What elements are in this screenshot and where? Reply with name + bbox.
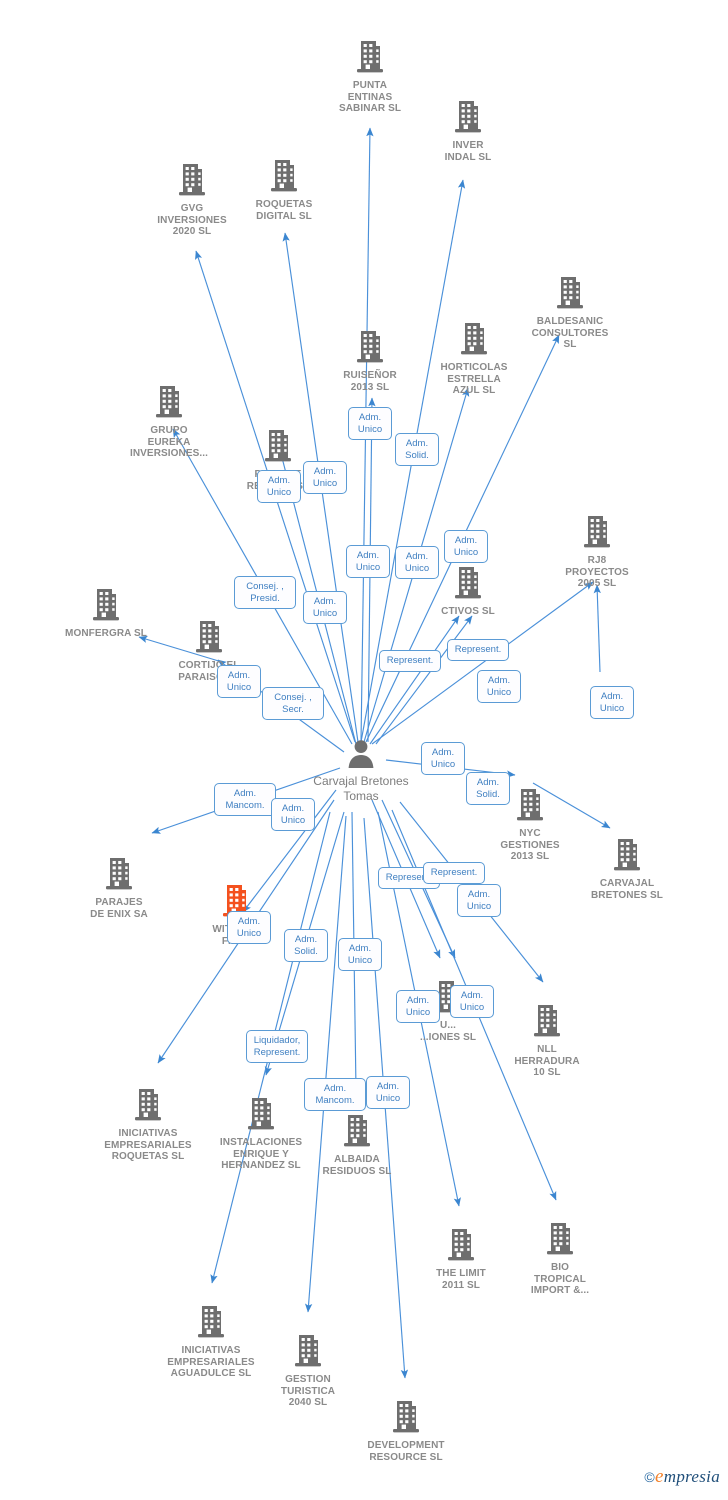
relation-badge[interactable]: Consej. , Presid. xyxy=(234,576,296,609)
relation-badge[interactable]: Adm. Unico xyxy=(450,985,494,1018)
graph-node-monfergra[interactable]: MONFERGRA SL xyxy=(46,588,166,640)
relationship-edge xyxy=(375,615,473,745)
graph-node-parajes-de-enix[interactable]: PARAJES DE ENIX SA xyxy=(59,857,179,920)
node-label: PARAJES DE ENIX SA xyxy=(90,897,148,920)
relation-badge[interactable]: Adm. Unico xyxy=(338,938,382,971)
relation-badge[interactable]: Adm. Unico xyxy=(444,530,488,563)
relationship-edge xyxy=(593,584,601,673)
node-label: MONFERGRA SL xyxy=(65,628,147,639)
relation-badge[interactable]: Adm. Unico xyxy=(227,911,271,944)
relation-badge[interactable]: Adm. Unico xyxy=(421,742,465,775)
node-label: RUISEÑOR 2013 SL xyxy=(343,370,397,393)
building-icon xyxy=(248,1334,368,1372)
node-label: HORTICOLAS ESTRELLA AZUL SL xyxy=(440,362,508,396)
graph-node-carvajal-bretones-sl[interactable]: CARVAJAL BRETONES SL xyxy=(567,838,687,901)
relation-badge[interactable]: Adm. Unico xyxy=(477,670,521,703)
graph-node-horticolas-estrella-azul[interactable]: HORTICOLAS ESTRELLA AZUL SL xyxy=(414,322,534,397)
node-label: CARVAJAL BRETONES SL xyxy=(590,878,664,901)
graph-node-inver-indal[interactable]: INVER INDAL SL xyxy=(408,100,528,163)
relation-badge[interactable]: Adm. Unico xyxy=(271,798,315,831)
node-label: BIO TROPICAL IMPORT &... xyxy=(530,1262,590,1296)
relation-badge[interactable]: Adm. Mancom. xyxy=(214,783,276,816)
relation-badge[interactable]: Adm. Unico xyxy=(396,990,440,1023)
node-label: INICIATIVAS EMPRESARIALES ROQUETAS SL xyxy=(104,1128,192,1162)
relation-badge[interactable]: Represent. xyxy=(379,650,441,672)
relation-badge[interactable]: Consej. , Secr. xyxy=(262,687,324,720)
building-icon xyxy=(149,620,269,658)
relation-badge[interactable]: Adm. Unico xyxy=(366,1076,410,1109)
building-icon xyxy=(224,159,344,197)
relation-badge[interactable]: Adm. Solid. xyxy=(466,772,510,805)
relation-badge[interactable]: Adm. Unico xyxy=(303,461,347,494)
relation-badge[interactable]: Represent. xyxy=(447,639,509,661)
building-icon xyxy=(310,40,430,78)
node-label: GRUPO EUREKA INVERSIONES... xyxy=(129,425,209,459)
person-icon xyxy=(301,738,421,772)
building-icon xyxy=(500,1222,620,1260)
building-icon xyxy=(567,838,687,876)
relation-badge[interactable]: Adm. Solid. xyxy=(395,433,439,466)
building-icon xyxy=(297,1114,417,1152)
relation-badge[interactable]: Adm. Unico xyxy=(257,470,301,503)
relation-badge[interactable]: Adm. Unico xyxy=(346,545,390,578)
building-icon xyxy=(310,330,430,368)
watermark-brand-initial: e xyxy=(655,1466,664,1487)
relation-badge[interactable]: Adm. Unico xyxy=(395,546,439,579)
building-icon xyxy=(510,276,630,314)
relationship-edge xyxy=(369,615,460,745)
building-icon xyxy=(59,857,179,895)
node-label: INVER INDAL SL xyxy=(444,140,492,163)
relation-badge[interactable]: Liquidador, Represent. xyxy=(246,1030,308,1063)
relation-badge[interactable]: Adm. Mancom. xyxy=(304,1078,366,1111)
node-label: ROQUETAS DIGITAL SL xyxy=(255,199,313,222)
graph-node-rj8-proyectos-2005[interactable]: RJ8 PROYECTOS 2005 SL xyxy=(537,515,657,590)
relation-badge[interactable]: Adm. Unico xyxy=(348,407,392,440)
graph-node-grupo-eureka-inversiones[interactable]: GRUPO EUREKA INVERSIONES... xyxy=(109,385,229,460)
watermark-brand-rest: mpresia xyxy=(663,1467,720,1486)
relation-badge[interactable]: Adm. Unico xyxy=(217,665,261,698)
graph-node-ruisenor-2013[interactable]: RUISEÑOR 2013 SL xyxy=(310,330,430,393)
graph-node-bio-tropical-import[interactable]: BIO TROPICAL IMPORT &... xyxy=(500,1222,620,1297)
relationship-graph: PUNTA ENTINAS SABINAR SL INVER INDAL SL … xyxy=(0,0,728,1500)
graph-node-albaida-residuos[interactable]: ALBAIDA RESIDUOS SL xyxy=(297,1114,417,1177)
node-label: ALBAIDA RESIDUOS SL xyxy=(322,1154,392,1177)
node-label: CTIVOS SL xyxy=(441,606,495,617)
building-icon xyxy=(537,515,657,553)
graph-node-nll-herradura-10[interactable]: NLL HERRADURA 10 SL xyxy=(487,1004,607,1079)
copyright-icon: © xyxy=(644,1469,656,1485)
building-icon xyxy=(109,385,229,423)
relation-badge[interactable]: Adm. Unico xyxy=(457,884,501,917)
graph-node-center[interactable]: Carvajal Bretones Tomas xyxy=(301,738,421,804)
relation-badge[interactable]: Represent. xyxy=(423,862,485,884)
building-icon xyxy=(346,1400,466,1438)
node-label: NLL HERRADURA 10 SL xyxy=(514,1044,580,1078)
building-icon xyxy=(46,588,166,626)
building-icon xyxy=(487,1004,607,1042)
graph-node-roquetas-digital[interactable]: ROQUETAS DIGITAL SL xyxy=(224,159,344,222)
graph-node-gestion-turistica-2040[interactable]: GESTION TURISTICA 2040 SL xyxy=(248,1334,368,1409)
building-icon xyxy=(414,322,534,360)
graph-node-iniciativas-empr-roquetas[interactable]: INICIATIVAS EMPRESARIALES ROQUETAS SL xyxy=(88,1088,208,1163)
building-icon xyxy=(408,100,528,138)
watermark: ©empresia xyxy=(644,1466,720,1488)
relation-badge[interactable]: Adm. Unico xyxy=(303,591,347,624)
graph-node-development-resource[interactable]: DEVELOPMENT RESOURCE SL xyxy=(346,1400,466,1463)
relationship-edge xyxy=(304,815,347,1313)
node-label: RJ8 PROYECTOS 2005 SL xyxy=(565,555,629,589)
relation-badge[interactable]: Adm. Unico xyxy=(590,686,634,719)
building-icon xyxy=(88,1088,208,1126)
node-label: DEVELOPMENT RESOURCE SL xyxy=(367,1440,445,1463)
node-label: Carvajal Bretones Tomas xyxy=(313,774,409,803)
relation-badge[interactable]: Adm. Solid. xyxy=(284,929,328,962)
